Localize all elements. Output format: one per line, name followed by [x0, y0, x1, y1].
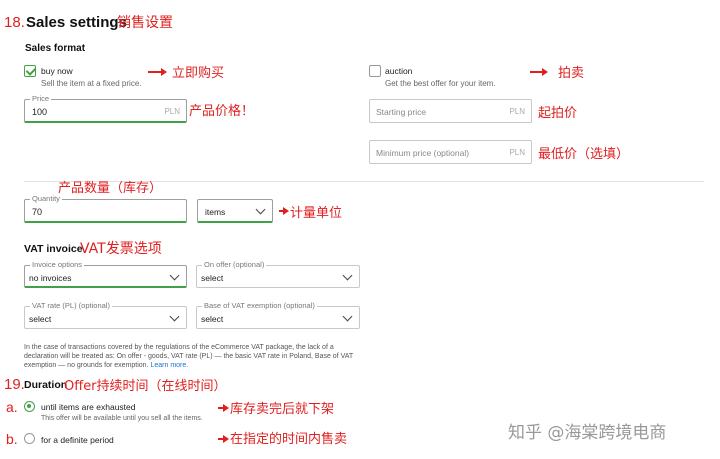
price-value[interactable]: 100	[32, 107, 47, 117]
vat-rate-select[interactable]: VAT rate (PL) (optional) select	[24, 301, 187, 329]
price-field[interactable]: Price 100 PLN	[24, 94, 187, 123]
vat-rate-label: VAT rate (PL) (optional)	[30, 301, 112, 310]
vat-invoice-heading: VAT invoice	[24, 243, 83, 255]
auction-description: Get the best offer for your item.	[385, 79, 496, 88]
chevron-down-icon	[255, 204, 266, 215]
vat-info-line-2: declaration will be treated as: On offer…	[24, 353, 354, 360]
buy-now-description: Sell the item at a fixed price.	[41, 79, 142, 88]
invoice-options-select[interactable]: Invoice options no invoices	[24, 260, 187, 288]
minimum-price-unit: PLN	[509, 148, 525, 157]
vat-invoice-note: VAT发票选项	[80, 241, 162, 257]
on-offer-select[interactable]: On offer (optional) select	[196, 260, 360, 288]
until-exhausted-label[interactable]: until items are exhausted	[41, 402, 136, 412]
vat-exemption-label: Base of VAT exemption (optional)	[202, 301, 317, 310]
duration-note: Offer持续时间（在线时间）	[64, 379, 227, 394]
definite-period-radio[interactable]	[24, 433, 35, 444]
learn-more-link[interactable]: Learn more.	[150, 362, 188, 369]
on-offer-value: select	[201, 273, 224, 283]
arrow-icon	[148, 68, 167, 76]
definite-period-label[interactable]: for a definite period	[41, 435, 114, 445]
arrow-icon	[530, 68, 548, 76]
vat-rate-value: select	[29, 314, 52, 324]
price-label: Price	[30, 94, 52, 103]
starting-price-field[interactable]: Starting price PLN	[369, 99, 532, 123]
auction-checkbox[interactable]	[369, 65, 381, 77]
quantity-label: Quantity	[30, 194, 62, 203]
quantity-field[interactable]: Quantity 70	[24, 194, 187, 223]
sales-format-heading: Sales format	[25, 43, 86, 54]
section-18-number: 18.	[4, 14, 25, 31]
option-a-marker: a.	[6, 399, 18, 415]
auction-note: 拍卖	[558, 66, 585, 81]
minimum-price-field[interactable]: Minimum price (optional) PLN	[369, 140, 532, 164]
quantity-unit-value: items	[205, 207, 226, 217]
arrow-icon	[218, 404, 229, 412]
price-note: 产品价格！	[189, 104, 255, 119]
minimum-price-placeholder: Minimum price (optional)	[376, 148, 470, 158]
vat-exemption-value: select	[201, 314, 224, 324]
starting-price-unit: PLN	[509, 107, 525, 116]
invoice-options-label: Invoice options	[30, 260, 85, 269]
option-a-note: 库存卖完后就下架	[230, 402, 335, 417]
duration-heading: Duration	[24, 379, 68, 391]
quantity-unit-note: 计量单位	[290, 206, 343, 221]
option-b-marker: b.	[6, 431, 18, 447]
quantity-unit-select[interactable]: items	[197, 199, 273, 223]
chevron-down-icon	[342, 311, 353, 322]
quantity-note-above: 产品数量（库存）	[58, 181, 163, 196]
until-exhausted-description: This offer will be available until you s…	[41, 415, 203, 422]
price-unit: PLN	[164, 107, 180, 116]
arrow-icon	[218, 435, 229, 443]
chevron-down-icon	[342, 270, 353, 281]
on-offer-label: On offer (optional)	[202, 260, 267, 269]
until-exhausted-radio[interactable]	[24, 401, 35, 412]
vat-info-line-3: exemption — no grounds for exemption. Le…	[24, 362, 188, 369]
buy-now-checkbox[interactable]	[24, 65, 36, 77]
chevron-down-icon	[169, 270, 180, 281]
vat-info-line-1: In the case of transactions covered by t…	[24, 344, 334, 351]
minimum-price-note: 最低价（选填）	[538, 147, 630, 162]
watermark: 知乎 @海棠跨境电商	[508, 423, 667, 443]
invoice-options-value: no invoices	[29, 273, 72, 283]
vat-info-text: exemption — no grounds for exemption.	[24, 362, 149, 369]
sales-settings-note: 销售设置	[117, 15, 173, 31]
quantity-value[interactable]: 70	[32, 207, 42, 217]
arrow-icon	[279, 207, 289, 215]
starting-price-note: 起拍价	[538, 106, 578, 121]
starting-price-placeholder: Starting price	[376, 107, 427, 117]
vat-exemption-select[interactable]: Base of VAT exemption (optional) select	[196, 301, 360, 329]
sales-settings-title: Sales settings	[26, 14, 127, 31]
option-b-note: 在指定的时间内售卖	[230, 432, 348, 447]
auction-label[interactable]: auction	[385, 66, 412, 76]
buy-now-label[interactable]: buy now	[41, 66, 73, 76]
buy-now-note: 立即购买	[172, 66, 225, 81]
section-19-number: 19.	[4, 376, 25, 393]
chevron-down-icon	[169, 311, 180, 322]
